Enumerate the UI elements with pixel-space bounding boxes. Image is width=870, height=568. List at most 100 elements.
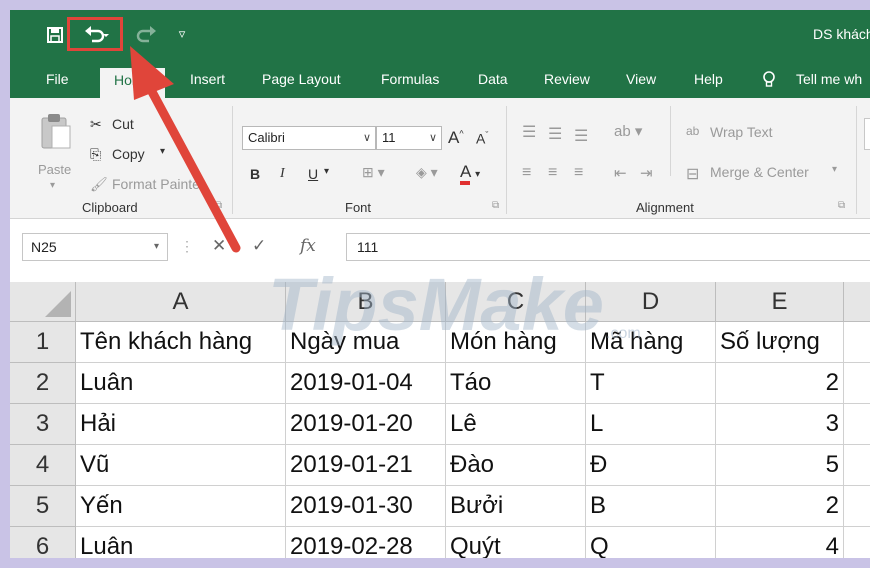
increase-indent-icon[interactable]: ⇥ (640, 164, 653, 182)
cell-b1[interactable]: Ngày mua (286, 322, 446, 363)
alignment-launcher-icon[interactable]: ⧉ (838, 200, 845, 211)
cell-f2[interactable] (844, 363, 870, 404)
cell-c1[interactable]: Món hàng (446, 322, 586, 363)
tab-file[interactable]: File (46, 71, 69, 87)
font-name-select[interactable]: Calibri ∨ (242, 126, 376, 150)
cancel-icon[interactable]: ✕ (212, 236, 226, 256)
cell-b4[interactable]: 2019-01-21 (286, 445, 446, 486)
cell-d1[interactable]: Mã hàng (586, 322, 716, 363)
save-icon[interactable] (44, 22, 66, 48)
cell-e3[interactable]: 3 (716, 404, 844, 445)
cell-b2[interactable]: 2019-01-04 (286, 363, 446, 404)
column-header-c[interactable]: C (446, 282, 586, 322)
row-header[interactable]: 2 (10, 363, 76, 404)
cell-a1[interactable]: Tên khách hàng (76, 322, 286, 363)
column-header-a[interactable]: A (76, 282, 286, 322)
column-header-f[interactable] (844, 282, 870, 322)
row-header[interactable]: 4 (10, 445, 76, 486)
customize-qat-icon[interactable]: ▿ (173, 22, 191, 48)
copy-button[interactable]: Copy (112, 146, 145, 162)
cell-d5[interactable]: B (586, 486, 716, 527)
insert-function-icon[interactable]: fx (300, 236, 316, 256)
cut-button[interactable]: Cut (112, 116, 134, 132)
paste-button[interactable]: Paste (38, 162, 71, 177)
cell-e2[interactable]: 2 (716, 363, 844, 404)
cell-e5[interactable]: 2 (716, 486, 844, 527)
row-header[interactable]: 6 (10, 527, 76, 558)
align-right-icon[interactable]: ≡ (574, 164, 583, 182)
column-header-b[interactable]: B (286, 282, 446, 322)
column-header-d[interactable]: D (586, 282, 716, 322)
cell-c3[interactable]: Lê (446, 404, 586, 445)
cell-c6[interactable]: Quýt (446, 527, 586, 558)
tab-help[interactable]: Help (694, 71, 723, 87)
tell-me-search[interactable]: Tell me wh (796, 71, 862, 87)
cell-e4[interactable]: 5 (716, 445, 844, 486)
align-top-icon[interactable]: ☰ (522, 122, 536, 142)
cell-d4[interactable]: Đ (586, 445, 716, 486)
paste-icon[interactable] (38, 112, 72, 157)
cell-a5[interactable]: Yến (76, 486, 286, 527)
formula-input[interactable]: 111 (346, 233, 870, 261)
merge-center-button[interactable]: Merge & Center (710, 164, 809, 180)
cell-a2[interactable]: Luân (76, 363, 286, 404)
cell-c4[interactable]: Đào (446, 445, 586, 486)
cell-f4[interactable] (844, 445, 870, 486)
merge-dropdown-icon[interactable]: ▾ (832, 164, 837, 175)
tab-review[interactable]: Review (544, 71, 590, 87)
tab-formulas[interactable]: Formulas (381, 71, 439, 87)
cell-f1[interactable] (844, 322, 870, 363)
underline-dropdown-icon[interactable]: ▾ (324, 166, 329, 177)
cell-a6[interactable]: Luân (76, 527, 286, 558)
wrap-text-button[interactable]: Wrap Text (710, 124, 773, 140)
row-header[interactable]: 3 (10, 404, 76, 445)
fill-color-icon[interactable]: ◈ ▾ (416, 164, 438, 181)
format-painter-button[interactable]: Format Painter (112, 176, 205, 192)
tab-insert[interactable]: Insert (190, 71, 225, 87)
row-header[interactable]: 1 (10, 322, 76, 363)
cell-d6[interactable]: Q (586, 527, 716, 558)
redo-button[interactable] (128, 22, 162, 48)
cell-f6[interactable] (844, 527, 870, 558)
grow-font-button[interactable]: A^ (448, 128, 464, 148)
align-center-icon[interactable]: ≡ (548, 164, 557, 182)
bold-button[interactable]: B (250, 166, 260, 182)
font-size-select[interactable]: 11 ∨ (376, 126, 442, 150)
tab-page-layout[interactable]: Page Layout (262, 71, 341, 87)
name-box[interactable]: N25 ▾ (22, 233, 168, 261)
paste-dropdown-icon[interactable]: ▾ (50, 180, 55, 191)
font-color-button[interactable]: A ▾ (460, 162, 480, 185)
cell-b6[interactable]: 2019-02-28 (286, 527, 446, 558)
cell-c5[interactable]: Bưởi (446, 486, 586, 527)
font-launcher-icon[interactable]: ⧉ (492, 200, 499, 211)
orientation-icon[interactable]: ab ▾ (614, 122, 642, 140)
undo-button[interactable] (76, 22, 116, 48)
italic-button[interactable]: I (280, 166, 285, 182)
underline-button[interactable]: U (308, 166, 318, 182)
shrink-font-button[interactable]: Aˇ (476, 130, 488, 147)
cell-e6[interactable]: 4 (716, 527, 844, 558)
number-format-select[interactable] (864, 118, 870, 150)
column-header-e[interactable]: E (716, 282, 844, 322)
tab-view[interactable]: View (626, 71, 656, 87)
cell-e1[interactable]: Số lượng (716, 322, 844, 363)
align-middle-icon[interactable]: ☰ (548, 124, 562, 144)
enter-icon[interactable]: ✓ (252, 236, 266, 256)
align-left-icon[interactable]: ≡ (522, 164, 531, 182)
copy-dropdown-icon[interactable]: ▾ (160, 146, 165, 157)
select-all-button[interactable] (10, 282, 76, 322)
tab-data[interactable]: Data (478, 71, 508, 87)
tab-home[interactable]: Home (100, 68, 166, 98)
align-bottom-icon[interactable]: ☰ (574, 126, 588, 146)
cell-d3[interactable]: L (586, 404, 716, 445)
cell-d2[interactable]: T (586, 363, 716, 404)
cell-b3[interactable]: 2019-01-20 (286, 404, 446, 445)
borders-icon[interactable]: ⊞ ▾ (362, 164, 385, 181)
clipboard-launcher-icon[interactable]: ⧉ (215, 200, 222, 211)
row-header[interactable]: 5 (10, 486, 76, 527)
cell-a4[interactable]: Vũ (76, 445, 286, 486)
decrease-indent-icon[interactable]: ⇤ (614, 164, 627, 182)
cell-c2[interactable]: Táo (446, 363, 586, 404)
cell-f5[interactable] (844, 486, 870, 527)
cell-b5[interactable]: 2019-01-30 (286, 486, 446, 527)
